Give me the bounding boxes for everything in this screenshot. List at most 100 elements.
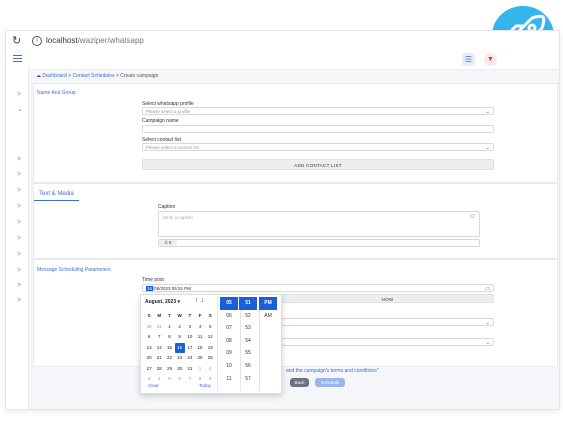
breadcrumb-dashboard[interactable]: Dashboard: [42, 73, 66, 79]
sidebar-chevron-icon[interactable]: >: [17, 156, 21, 163]
day-cell[interactable]: 5: [205, 322, 215, 333]
day-cell[interactable]: 21: [154, 353, 164, 364]
hamburger-icon[interactable]: [13, 55, 22, 64]
day-cell[interactable]: 2: [205, 364, 215, 375]
option-select[interactable]: ⌄: [281, 338, 494, 346]
ampm-option[interactable]: AM: [259, 310, 277, 323]
url-text[interactable]: localhost/waziper/whatsapp: [46, 36, 144, 45]
arrow-down-icon[interactable]: ↓: [200, 297, 204, 304]
week-row: 13 14 15 16 17 18 19: [144, 342, 216, 354]
contact-list-select[interactable]: Please select a contact list ⌄: [142, 143, 494, 151]
minute-option[interactable]: 53: [239, 322, 257, 335]
add-contact-list-button[interactable]: ADD CONTACT LIST: [142, 159, 494, 170]
day-cell[interactable]: 5: [164, 374, 174, 385]
week-row: 20 21 22 23 24 25 26: [144, 353, 216, 364]
sidebar-chevron-icon[interactable]: >: [17, 282, 21, 289]
month-selector[interactable]: August, 2023 ▾: [145, 299, 180, 305]
clear-button[interactable]: Clear: [148, 383, 159, 388]
sidebar-chevron-icon[interactable]: >: [17, 297, 21, 304]
day-cell[interactable]: 26: [205, 353, 215, 364]
list-view-icon[interactable]: ☰: [462, 53, 475, 66]
hour-option[interactable]: 10: [220, 360, 238, 373]
day-cell[interactable]: 17: [185, 343, 195, 354]
day-cell[interactable]: 29: [164, 364, 174, 375]
day-cell[interactable]: 14: [154, 343, 164, 354]
day-cell[interactable]: 24: [185, 353, 195, 364]
ampm-option[interactable]: PM: [259, 297, 277, 310]
time-post-label: Time post: [142, 277, 164, 283]
sidebar-chevron-icon[interactable]: ⌄: [17, 105, 23, 113]
sidebar-chevron-icon[interactable]: >: [17, 219, 21, 226]
hour-option[interactable]: 11: [220, 373, 238, 386]
day-cell[interactable]: 13: [144, 343, 154, 354]
hour-option[interactable]: 07: [220, 322, 238, 335]
day-cell[interactable]: 11: [195, 332, 205, 343]
day-cell[interactable]: 6: [175, 374, 185, 385]
terms-link[interactable]: and the campaign's terms and conditions": [286, 368, 379, 374]
day-cell[interactable]: 28: [154, 364, 164, 375]
today-button[interactable]: Today: [199, 383, 211, 388]
campaign-name-input[interactable]: [142, 125, 494, 133]
minute-option[interactable]: 57: [239, 373, 257, 386]
minute-option[interactable]: 52: [239, 310, 257, 323]
day-cell[interactable]: 30: [175, 364, 185, 375]
breadcrumb-contact-schedules[interactable]: Contact Schedules: [73, 73, 115, 79]
minute-option[interactable]: 55: [239, 347, 257, 360]
day-cell[interactable]: 30: [144, 322, 154, 333]
day-cell[interactable]: 2: [175, 322, 185, 333]
day-cell-selected[interactable]: 16: [174, 342, 185, 353]
day-cell[interactable]: 1: [195, 364, 205, 375]
day-cell[interactable]: 7: [154, 332, 164, 343]
day-cell[interactable]: 18: [195, 343, 205, 354]
day-cell[interactable]: 10: [185, 332, 195, 343]
sidebar-chevron-icon[interactable]: >: [17, 267, 21, 274]
day-cell[interactable]: 31: [185, 364, 195, 375]
minute-option[interactable]: 51: [239, 297, 257, 310]
day-cell[interactable]: 22: [164, 353, 174, 364]
day-cell[interactable]: 25: [195, 353, 205, 364]
day-cell[interactable]: 8: [164, 332, 174, 343]
day-cell[interactable]: 1: [164, 322, 174, 333]
notification-icon[interactable]: ▼: [484, 53, 497, 66]
day-cell[interactable]: 19: [205, 343, 215, 354]
time-post-input[interactable]: 16/08/2023 05:51 PM ▭: [142, 284, 494, 292]
sidebar-chevron-icon[interactable]: >: [17, 203, 21, 210]
hour-option[interactable]: 06: [220, 310, 238, 323]
sidebar-chevron-icon[interactable]: >: [17, 91, 21, 98]
day-cell[interactable]: 7: [185, 374, 195, 385]
caption-textarea[interactable]: Write a caption ☺: [158, 211, 480, 237]
name-group-card: Name And Group Select whatsapp profile P…: [33, 83, 558, 183]
arrow-up-icon[interactable]: ↑: [195, 297, 199, 304]
char-counter: Ā 0: [159, 240, 177, 246]
day-cell[interactable]: 12: [205, 332, 215, 343]
hour-option[interactable]: 08: [220, 335, 238, 348]
minute-option[interactable]: 54: [239, 335, 257, 348]
emoji-icon[interactable]: ☺: [469, 213, 476, 220]
sidebar-chevron-icon[interactable]: >: [17, 171, 21, 178]
option-select[interactable]: ⌄: [281, 318, 494, 326]
sidebar-chevron-icon[interactable]: >: [17, 251, 21, 258]
sidebar-chevron-icon[interactable]: >: [17, 235, 21, 242]
schedule-button[interactable]: Schedule: [315, 378, 345, 387]
day-cell[interactable]: 31: [154, 322, 164, 333]
day-cell[interactable]: 23: [175, 353, 185, 364]
hour-option[interactable]: 09: [220, 347, 238, 360]
day-cell[interactable]: 27: [144, 364, 154, 375]
minute-option[interactable]: 56: [239, 360, 257, 373]
back-button[interactable]: Back: [290, 378, 309, 387]
caption-placeholder: Write a caption: [163, 215, 193, 220]
day-cell[interactable]: 9: [175, 332, 185, 343]
tab-text-media[interactable]: Text & Media: [34, 191, 79, 201]
hour-option[interactable]: 05: [220, 297, 238, 310]
info-icon[interactable]: i: [32, 36, 42, 46]
day-cell[interactable]: 6: [144, 332, 154, 343]
profile-select[interactable]: Please select a profile ⌄: [142, 107, 494, 115]
day-cell[interactable]: 15: [164, 343, 174, 354]
calendar-icon[interactable]: ▭: [485, 285, 490, 293]
now-button[interactable]: NOW: [281, 294, 494, 303]
sidebar-chevron-icon[interactable]: >: [17, 187, 21, 194]
day-cell[interactable]: 3: [185, 322, 195, 333]
day-cell[interactable]: 4: [195, 322, 205, 333]
reload-icon[interactable]: ↻: [12, 34, 21, 47]
day-cell[interactable]: 20: [144, 353, 154, 364]
